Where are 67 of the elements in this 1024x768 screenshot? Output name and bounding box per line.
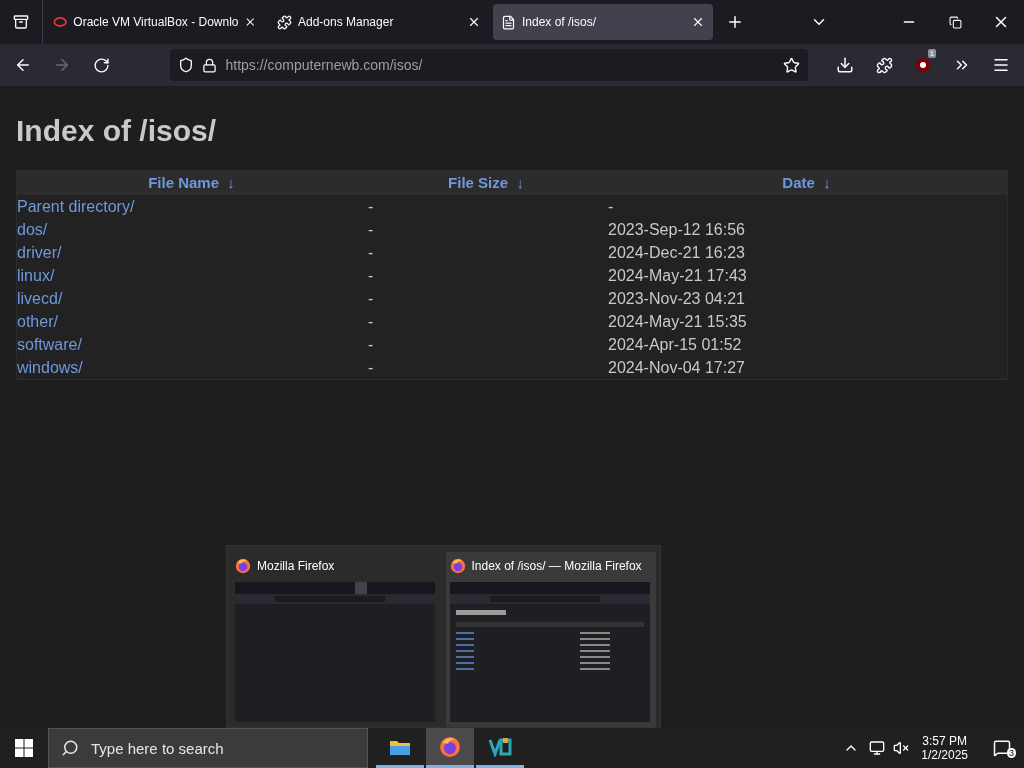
folder-link[interactable]: Parent directory/ [17,198,135,215]
date-text: 1/2/2025 [921,748,968,762]
folder-link[interactable]: driver/ [17,244,62,261]
firefox-icon [439,735,461,758]
clock[interactable]: 3:57 PM 1/2/2025 [921,734,968,762]
search-placeholder: Type here to search [91,739,224,757]
folder-link[interactable]: windows/ [17,359,83,376]
shield-icon [178,57,195,73]
preview-title: Mozilla Firefox [257,559,335,573]
size-text: - [368,313,374,330]
message-icon [993,739,1011,757]
size-text: - [368,290,374,307]
muted-speaker-icon[interactable] [893,740,910,756]
ring-icon [53,16,68,28]
column-header[interactable]: File Size ↓ [366,171,606,195]
size-text: - [368,359,374,376]
extension-button[interactable]: 1 [903,49,943,81]
lock-icon [202,57,218,73]
size-text: - [368,336,374,353]
date-text: 2024-Nov-04 17:27 [608,359,745,376]
date-text: 2023-Nov-23 04:21 [608,290,745,307]
address-bar[interactable]: https://computernewb.com/isos/ [170,49,808,81]
search-icon [61,739,79,757]
tab-title: Oracle VM VirtualBox - Downlo [73,15,239,29]
window-preview[interactable]: Index of /isos/ — Mozilla Firefox [445,552,656,727]
firefox-icon [235,558,251,574]
window-preview[interactable]: Mozilla Firefox [231,552,442,727]
star-icon[interactable] [782,56,800,74]
tab-title: Add-ons Manager [298,15,395,29]
notification-button[interactable]: 3 [980,728,1024,768]
preview-title: Index of /isos/ — Mozilla Firefox [471,559,642,573]
page-title: Index of /isos/ [16,114,218,148]
column-header[interactable]: Date ↓ [606,171,1007,195]
browser-tab[interactable]: Oracle VM VirtualBox - Downlo [45,4,265,40]
puzzle-icon [277,14,292,30]
date-text: - [608,198,614,215]
folder-link[interactable]: dos/ [17,221,48,238]
size-text: - [368,267,374,284]
date-text: 2024-Apr-15 01:52 [608,336,742,353]
folder-link[interactable]: other/ [17,313,58,330]
size-text: - [368,198,374,215]
network-icon[interactable] [869,740,886,756]
folder-link[interactable]: linux/ [17,267,55,284]
browser-tab[interactable]: Index of /isos/ [493,4,713,40]
size-text: - [368,244,374,261]
close-icon[interactable] [467,15,481,29]
folder-link[interactable]: software/ [17,336,82,353]
close-icon[interactable] [244,15,257,29]
taskbar-search-field[interactable]: Type here to search [48,728,368,768]
extension-icon [914,57,931,73]
vm-app-icon [488,736,512,757]
page-icon [501,14,516,30]
date-text: 2023-Sep-12 16:56 [608,221,745,238]
date-text: 2024-May-21 17:43 [608,267,747,284]
close-icon[interactable] [691,15,705,29]
firefox-icon [449,558,466,574]
date-text: 2024-May-21 15:35 [608,313,747,330]
tab-title: Index of /isos/ [522,15,598,29]
size-text: - [368,221,374,238]
notification-count: 3 [1007,748,1016,758]
extension-badge: 1 [927,49,937,58]
time-text: 3:57 PM [922,734,967,748]
folder-link[interactable]: livecd/ [17,290,63,307]
column-header[interactable]: File Name ↓ [17,171,366,195]
date-text: 2024-Dec-21 16:23 [608,244,745,261]
browser-tab[interactable]: Add-ons Manager [269,4,489,40]
url-text: https://computernewb.com/isos/ [225,57,424,73]
